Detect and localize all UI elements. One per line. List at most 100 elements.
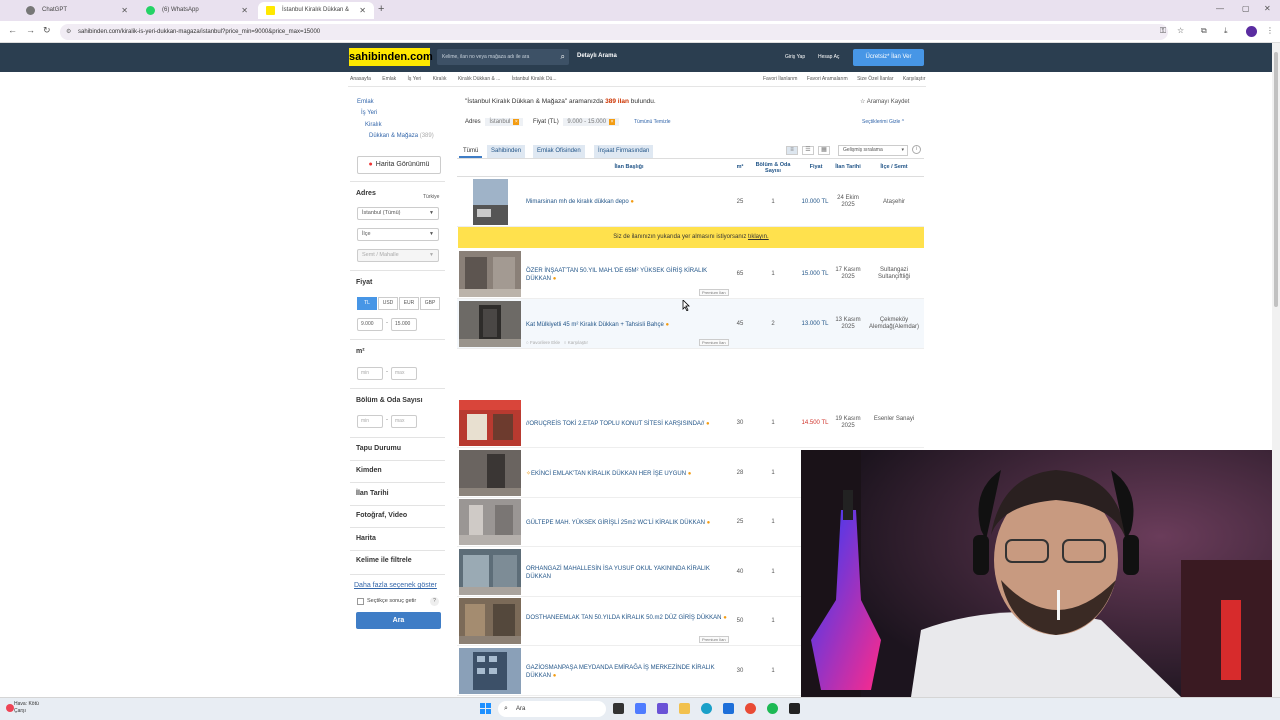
col-price[interactable]: Fiyat	[804, 164, 828, 170]
info-icon[interactable]: i	[912, 145, 921, 154]
currency-eur[interactable]: EUR	[399, 297, 419, 310]
chrome-icon[interactable]	[745, 703, 756, 714]
col-location[interactable]: İlçe / Semt	[871, 164, 917, 170]
bookmark-star-icon[interactable]: ☆	[1177, 26, 1184, 35]
area-min-input[interactable]: min	[357, 367, 383, 380]
rooms-min-input[interactable]: min	[357, 415, 383, 428]
register-link[interactable]: Hesap Aç	[818, 54, 839, 60]
search-icon[interactable]: ⌕	[561, 49, 565, 65]
rooms-max-input[interactable]: max	[391, 415, 417, 428]
table-row[interactable]: Mimarsinan mh de kiralık dükkan depo ● 2…	[457, 177, 924, 227]
post-ad-button[interactable]: Ücretsiz* İlan Ver	[853, 49, 924, 66]
neighborhood-select[interactable]: Semt / Mahalle ▼	[357, 249, 439, 262]
listing-title[interactable]: GÜLTEPE MAH. YÜKSEK GİRİŞLİ 25m2 WC'Lİ K…	[526, 519, 710, 527]
promote-link[interactable]: tıklayın.	[748, 234, 769, 240]
tab-tumu[interactable]: Tümü	[459, 145, 483, 158]
breadcrumb-item[interactable]: Emlak	[382, 76, 396, 82]
breadcrumb-item[interactable]: Anasayfa	[350, 76, 371, 82]
currency-usd[interactable]: USD	[378, 297, 398, 310]
listing-title[interactable]: ✧EKİNCİ EMLAK'TAN KİRALIK DÜKKAN HER İŞE…	[526, 470, 691, 478]
col-date[interactable]: İlan Tarihi	[832, 164, 864, 170]
country-link[interactable]: Türkiye	[423, 194, 439, 200]
currency-gbp[interactable]: GBP	[420, 297, 440, 310]
forward-icon[interactable]: →	[26, 25, 35, 35]
profile-avatar[interactable]	[1246, 26, 1257, 37]
compare-link[interactable]: Karşılaştır	[903, 76, 926, 82]
address-bar[interactable]: ⚙ sahibinden.com/kiralik-is-yeri-dukkan-…	[60, 24, 1168, 40]
menu-icon[interactable]: ⋮	[1266, 26, 1274, 35]
task-view-icon[interactable]	[613, 703, 624, 714]
price-min-input[interactable]: 9.000	[357, 318, 383, 331]
listing-title[interactable]: Kat Mülkiyetli 45 m² Kiralık Dükkan + Ta…	[526, 321, 669, 329]
browser-tab-chatgpt[interactable]: ChatGPT ✕	[18, 2, 136, 19]
district-select[interactable]: İlçe ▼	[357, 228, 439, 241]
listing-title[interactable]: GAZİOSMANPAŞA MEYDANDA EMİRAĞA İŞ MERKEZ…	[526, 664, 726, 680]
category-kiralik[interactable]: Kiralık	[365, 122, 382, 128]
login-link[interactable]: Giriş Yap	[785, 54, 805, 60]
remove-filter-icon[interactable]: ×	[513, 119, 520, 125]
weather-widget[interactable]: Hava: Kötü Çarşı	[14, 701, 39, 715]
hide-selected-link[interactable]: Seçtiklerimi Gizle ^	[862, 119, 904, 125]
search-input[interactable]: Kelime, ilan no veya mağaza adı ile ara …	[437, 49, 569, 65]
table-row[interactable]: //ORUÇREİS TOKİ 2.ETAP TOPLU KONUT SİTES…	[457, 398, 924, 448]
grid-view-icon[interactable]: ▦	[818, 146, 830, 155]
col-title[interactable]: İlan Başlığı	[599, 164, 659, 170]
clear-all-link[interactable]: Tümünü Temizle	[634, 119, 671, 125]
tab-emlak-ofisinden[interactable]: Emlak Ofisinden	[533, 145, 585, 158]
table-row[interactable]: ÖZER İNŞAAT'TAN 50.YIL MAH.'DE 65M² YÜKS…	[457, 249, 924, 299]
listing-title[interactable]: ÖZER İNŞAAT'TAN 50.YIL MAH.'DE 65M² YÜKS…	[526, 267, 726, 283]
tab-insaat-firmasindan[interactable]: İnşaat Firmasından	[594, 145, 654, 158]
col-m2[interactable]: m²	[733, 164, 747, 170]
listing-title[interactable]: //ORUÇREİS TOKİ 2.ETAP TOPLU KONUT SİTES…	[526, 420, 710, 428]
breadcrumb-item[interactable]: İstanbul Kiralık Dü...	[512, 76, 557, 82]
edge-icon[interactable]	[701, 703, 712, 714]
window-close-icon[interactable]: ✕	[1264, 4, 1271, 13]
currency-tl[interactable]: TL	[357, 297, 377, 310]
filter-tag-price[interactable]: 9.000 - 15.000 ×	[563, 118, 620, 126]
password-key-icon[interactable]: ⚿	[1160, 26, 1166, 36]
favorite-ads-link[interactable]: Favori İlanlarım	[763, 76, 797, 82]
browser-tab-whatsapp[interactable]: (6) WhatsApp ✕	[138, 2, 256, 19]
reload-icon[interactable]: ↻	[43, 25, 51, 36]
help-icon[interactable]: ?	[430, 597, 439, 606]
map-view-button[interactable]: ● Harita Görünümü	[357, 156, 441, 174]
scrollbar-thumb[interactable]	[1274, 52, 1278, 307]
taskbar-search[interactable]: ⌕ Ara	[498, 701, 606, 717]
save-search-button[interactable]: ☆ Aramayı Kaydet	[860, 98, 909, 105]
filter-tapu[interactable]: Tapu Durumu	[356, 445, 401, 452]
auto-results-checkbox[interactable]	[357, 598, 364, 605]
site-info-icon[interactable]: ⚙	[66, 24, 71, 40]
site-logo[interactable]: sahibinden.com	[349, 48, 433, 66]
listing-title[interactable]: Mimarsinan mh de kiralık dükkan depo ●	[526, 198, 634, 206]
close-icon[interactable]: ✕	[121, 2, 128, 19]
windows-start-icon[interactable]	[480, 703, 491, 714]
detailed-search-link[interactable]: Detaylı Arama	[577, 53, 617, 59]
filter-ilan-tarihi[interactable]: İlan Tarihi	[356, 490, 389, 497]
spotify-icon[interactable]	[767, 703, 778, 714]
file-explorer-icon[interactable]	[679, 703, 690, 714]
maximize-icon[interactable]: ▢	[1242, 4, 1250, 13]
teams-icon[interactable]	[657, 703, 668, 714]
new-tab-button[interactable]: +	[378, 3, 384, 15]
downloads-icon[interactable]: ⤓	[1224, 26, 1228, 36]
add-favorite-link[interactable]: ○ Favorilere Ekle ○ Karşılaştır	[526, 340, 588, 345]
back-icon[interactable]: ←	[8, 25, 17, 35]
special-ads-link[interactable]: Size Özel İlanlar	[857, 76, 893, 82]
filter-tag-address[interactable]: İstanbul ×	[485, 118, 524, 126]
weather-icon[interactable]	[6, 704, 14, 712]
city-select[interactable]: İstanbul (Tümü) ▼	[357, 207, 439, 220]
minimize-icon[interactable]: —	[1216, 4, 1224, 13]
filter-keyword[interactable]: Kelime ile filtrele	[356, 557, 412, 564]
price-max-input[interactable]: 15.000	[391, 318, 417, 331]
compact-view-icon[interactable]: ☰	[802, 146, 814, 155]
close-icon[interactable]: ✕	[241, 2, 248, 19]
close-icon[interactable]: ✕	[359, 2, 366, 19]
col-rooms[interactable]: Bölüm & Oda Sayısı	[751, 162, 795, 174]
breadcrumb-item[interactable]: Kiralık Dükkan & ...	[458, 76, 501, 82]
tab-sahibinden[interactable]: Sahibinden	[487, 145, 526, 158]
remove-filter-icon[interactable]: ×	[609, 119, 616, 125]
table-row[interactable]: Kat Mülkiyetli 45 m² Kiralık Dükkan + Ta…	[457, 299, 924, 349]
more-options-link[interactable]: Daha fazla seçenek göster	[354, 582, 437, 589]
category-dukkan[interactable]: Dükkan & Mağaza (389)	[369, 133, 434, 139]
listing-title[interactable]: DOSTHANEEMLAK TAN 50.YILDA KİRALIK 50.m2…	[526, 614, 736, 622]
